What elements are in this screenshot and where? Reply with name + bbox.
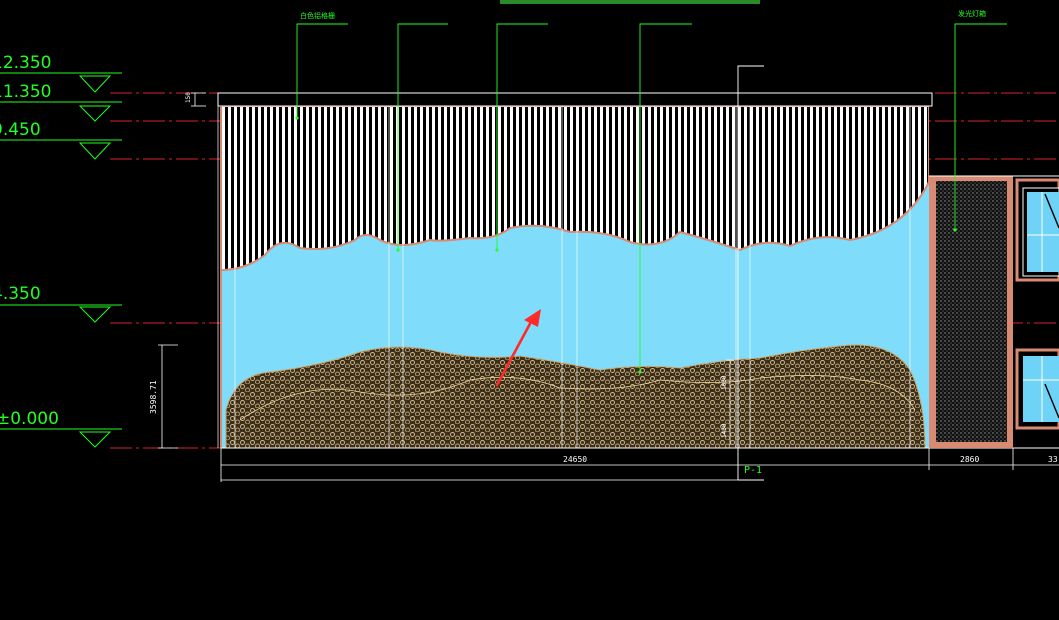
elevation-body bbox=[221, 106, 929, 448]
level-marker-9450: 9.450 bbox=[0, 120, 122, 160]
window-lower bbox=[1015, 348, 1059, 430]
level-label-9450: 9.450 bbox=[0, 120, 41, 140]
level-label-4350: 4.350 bbox=[0, 284, 41, 304]
left-height-text: 3598.71 bbox=[149, 380, 158, 414]
curtain-label: 白色铝格栅 bbox=[300, 11, 335, 20]
level-marker-4350: 4.350 bbox=[0, 284, 122, 323]
panel-width-text: 2860 bbox=[960, 455, 979, 464]
cornice-dim-text: 150 bbox=[185, 92, 192, 103]
mid-vertical-text-2: 1400 bbox=[721, 423, 728, 438]
light-box-label: 发光灯箱 bbox=[958, 9, 986, 18]
level-label-12350: 12.350 bbox=[0, 53, 51, 73]
cad-elevation-drawing: 12.350 11.350 9.450 4.350 ±0.000 bbox=[0, 0, 1059, 482]
light-box-fill bbox=[936, 181, 1007, 442]
level-label-0000: ±0.000 bbox=[0, 409, 59, 429]
level-marker-11350: 11.350 bbox=[0, 82, 122, 122]
level-label-11350: 11.350 bbox=[0, 82, 51, 102]
side-width-text: 33 bbox=[1048, 455, 1058, 464]
level-marker-0000: ±0.000 bbox=[0, 409, 122, 448]
top-note-smudge bbox=[500, 0, 760, 4]
mid-vertical-text: 1000 bbox=[721, 375, 728, 390]
window-upper bbox=[1015, 178, 1059, 282]
p1-tag: P-1 bbox=[744, 465, 762, 476]
total-width-text: 24650 bbox=[563, 455, 587, 464]
left-height-dimension: 3598.71 bbox=[149, 344, 178, 449]
top-cornice bbox=[217, 92, 933, 107]
bottom-dimensions bbox=[220, 448, 1059, 482]
cornice-dimension: 150 bbox=[185, 92, 206, 107]
